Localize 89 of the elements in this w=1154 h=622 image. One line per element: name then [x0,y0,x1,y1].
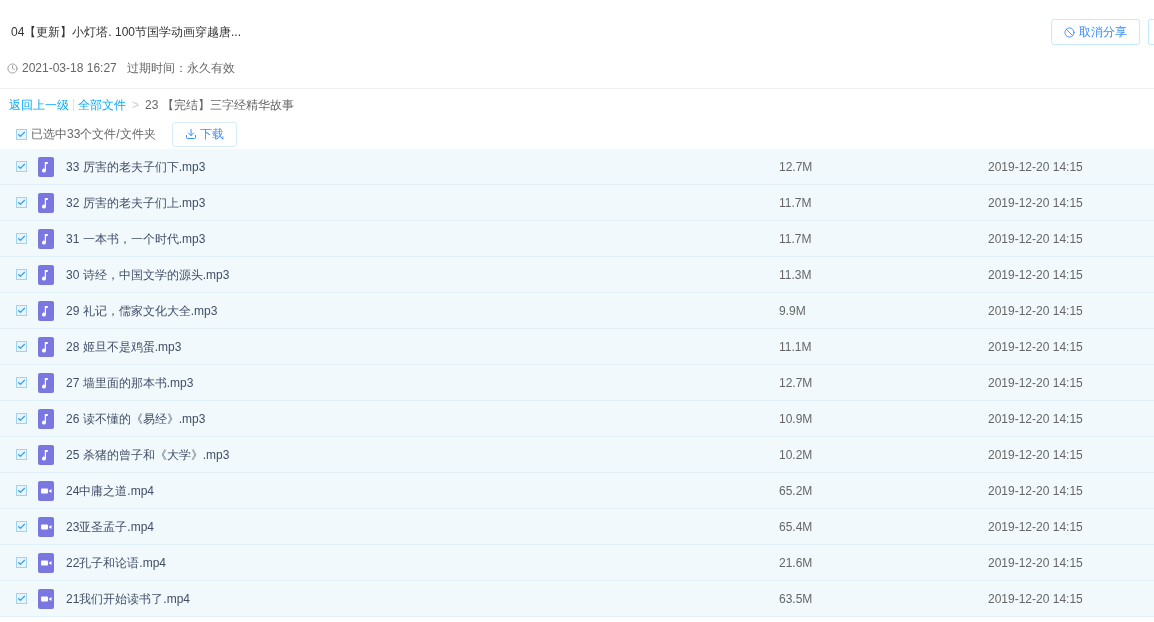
music-file-icon [38,444,54,465]
checkbox[interactable] [16,449,27,460]
file-date: 2019-12-20 14:15 [988,338,1083,356]
share-date: 2021-03-18 16:27 [22,60,117,77]
file-name: 27 墙里面的那本书.mp3 [66,374,195,392]
file-name: 31 一本书，一个时代.mp3 [66,230,207,248]
music-file-icon [38,156,54,177]
file-name: 22孔子和论语.mp4 [66,554,168,572]
video-file-icon [38,516,54,537]
file-size: 12.7M [779,158,814,176]
file-name: 25 杀猪的曾子和《大学》.mp3 [66,446,231,464]
checkbox[interactable] [16,233,27,244]
video-file-icon [38,588,54,609]
file-row[interactable]: 23亚圣孟子.mp4 65.4M 2019-12-20 14:15 [0,509,1154,545]
file-date: 2019-12-20 14:15 [988,482,1083,500]
checkbox[interactable] [16,557,27,568]
checkbox[interactable] [16,593,27,604]
file-size: 12.7M [779,374,814,392]
music-file-icon [38,192,54,213]
breadcrumb-separator: > [131,97,140,114]
clock-icon [7,62,18,74]
file-size: 9.9M [779,302,807,320]
file-row[interactable]: 32 厉害的老夫子们上.mp3 11.7M 2019-12-20 14:15 [0,185,1154,221]
file-date: 2019-12-20 14:15 [988,302,1083,320]
file-row[interactable]: 26 读不懂的《易经》.mp3 10.9M 2019-12-20 14:15 [0,401,1154,437]
checkbox[interactable] [16,305,27,316]
file-date: 2019-12-20 14:15 [988,590,1083,608]
selection-count: 已选中33个文件/文件夹 [31,126,156,143]
file-row[interactable]: 24中庸之道.mp4 65.2M 2019-12-20 14:15 [0,473,1154,509]
file-date: 2019-12-20 14:15 [988,374,1083,392]
file-row[interactable]: 25 杀猪的曾子和《大学》.mp3 10.2M 2019-12-20 14:15 [0,437,1154,473]
file-size: 10.2M [779,446,814,464]
file-size: 11.7M [779,230,813,248]
file-date: 2019-12-20 14:15 [988,230,1083,248]
video-file-icon [38,552,54,573]
file-row[interactable]: 21我们开始读书了.mp4 63.5M 2019-12-20 14:15 [0,581,1154,617]
checkbox[interactable] [16,161,27,172]
expiry-text: 过期时间：永久有效 [126,60,235,77]
file-date: 2019-12-20 14:15 [988,410,1083,428]
file-size: 65.2M [779,482,814,500]
checkbox[interactable] [16,413,27,424]
file-name: 30 诗经，中国文学的源头.mp3 [66,266,231,284]
checkbox[interactable] [16,377,27,388]
file-size: 11.7M [779,194,813,212]
checkbox[interactable] [16,341,27,352]
current-folder: 23 【完结】三字经精华故事 [145,97,294,114]
video-file-icon [38,480,54,501]
file-size: 63.5M [779,590,814,608]
music-file-icon [38,264,54,285]
file-name: 28 姬旦不是鸡蛋.mp3 [66,338,183,356]
file-size: 11.1M [779,338,813,356]
music-file-icon [38,408,54,429]
checkbox[interactable] [16,269,27,280]
file-date: 2019-12-20 14:15 [988,518,1083,536]
file-date: 2019-12-20 14:15 [988,554,1083,572]
file-date: 2019-12-20 14:15 [988,446,1083,464]
file-name: 29 礼记，儒家文化大全.mp3 [66,302,219,320]
music-file-icon [38,300,54,321]
share-title: 04【更新】小灯塔. 100节国学动画穿越唐... [11,24,242,41]
file-size: 11.3M [779,266,813,284]
file-row[interactable]: 29 礼记，儒家文化大全.mp3 9.9M 2019-12-20 14:15 [0,293,1154,329]
music-file-icon [38,336,54,357]
file-row[interactable]: 31 一本书，一个时代.mp3 11.7M 2019-12-20 14:15 [0,221,1154,257]
music-file-icon [38,372,54,393]
checkbox[interactable] [16,485,27,496]
file-name: 21我们开始读书了.mp4 [66,590,192,608]
cancel-share-button[interactable]: 取消分享 [1051,19,1140,45]
file-date: 2019-12-20 14:15 [988,158,1083,176]
file-size: 10.9M [779,410,814,428]
file-name: 24中庸之道.mp4 [66,482,156,500]
file-row[interactable]: 27 墙里面的那本书.mp3 12.7M 2019-12-20 14:15 [0,365,1154,401]
file-name: 26 读不懂的《易经》.mp3 [66,410,207,428]
file-date: 2019-12-20 14:15 [988,194,1083,212]
file-name: 32 厉害的老夫子们上.mp3 [66,194,207,212]
ban-icon [1064,26,1075,38]
checkbox[interactable] [16,197,27,208]
download-icon [184,128,197,140]
file-date: 2019-12-20 14:15 [988,266,1083,284]
file-name: 33 厉害的老夫子们下.mp3 [66,158,207,176]
file-name: 23亚圣孟子.mp4 [66,518,156,536]
file-size: 21.6M [779,554,814,572]
music-file-icon [38,228,54,249]
file-row[interactable]: 22孔子和论语.mp4 21.6M 2019-12-20 14:15 [0,545,1154,581]
file-size: 65.4M [779,518,814,536]
file-row[interactable]: 28 姬旦不是鸡蛋.mp3 11.1M 2019-12-20 14:15 [0,329,1154,365]
checkbox[interactable] [16,128,27,140]
file-row[interactable]: 30 诗经，中国文学的源头.mp3 11.3M 2019-12-20 14:15 [0,257,1154,293]
file-row[interactable]: 33 厉害的老夫子们下.mp3 12.7M 2019-12-20 14:15 [0,149,1154,185]
checkbox[interactable] [16,521,27,532]
